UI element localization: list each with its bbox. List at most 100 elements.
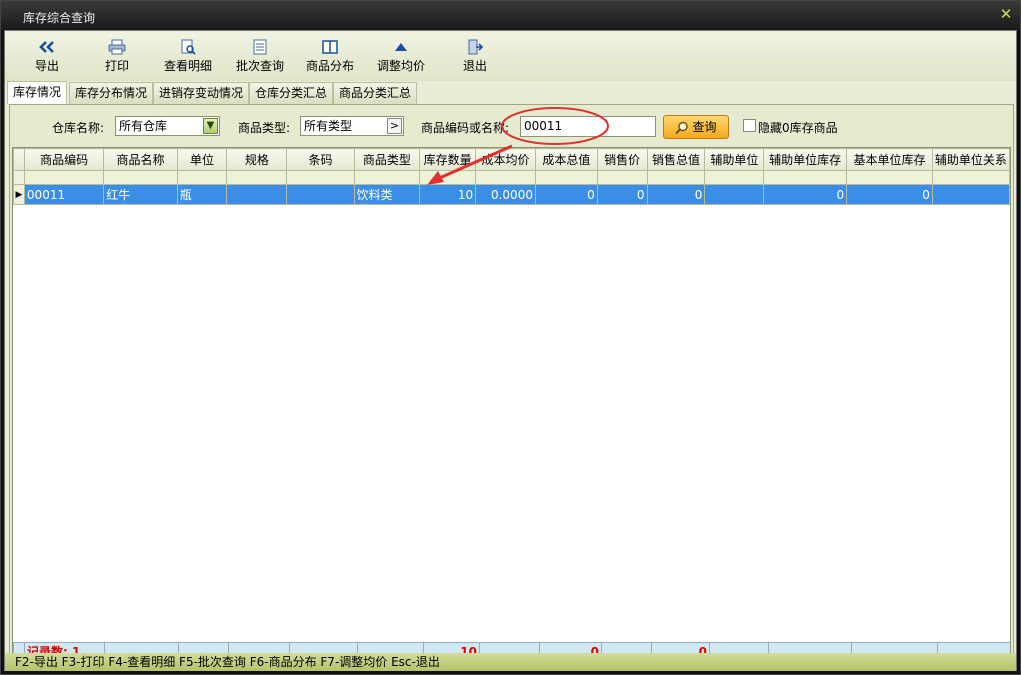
document-search-icon [181, 39, 196, 55]
triangle-up-icon [395, 43, 407, 51]
filter-cell[interactable] [286, 170, 355, 185]
status-bar: F2-导出 F3-打印 F4-查看明细 F5-批次查询 F6-商品分布 F7-调… [5, 653, 1016, 671]
cell-product-name[interactable]: 红牛 [103, 184, 178, 205]
tab-stock-distribution[interactable]: 库存分布情况 [69, 82, 154, 104]
column-header[interactable]: 单位 [176, 148, 228, 171]
tab-category-summary[interactable]: 商品分类汇总 [333, 82, 418, 104]
tab-strip: 库存情况 库存分布情况 进销存变动情况 仓库分类汇总 商品分类汇总 [7, 81, 1016, 104]
search-icon [675, 121, 689, 134]
tab-warehouse-summary[interactable]: 仓库分类汇总 [249, 82, 334, 104]
window-title: 库存综合查询 [23, 11, 96, 25]
batch-query-button[interactable]: 批次查询 [232, 35, 288, 77]
stock-grid: 商品编码 商品名称 单位 规格 条码 商品类型 库存数量 成本均价 成本总值 销… [12, 147, 1011, 664]
filter-cell[interactable] [646, 170, 706, 185]
code-or-name-input[interactable]: 00011 [520, 116, 656, 137]
cell-base-stock[interactable]: 0 [846, 184, 933, 205]
cell-product-type[interactable]: 饮料类 [353, 184, 421, 205]
distribution-label: 商品分布 [305, 59, 354, 73]
row-pointer-icon: ▶ [13, 184, 25, 205]
row-indicator-header [13, 148, 25, 171]
cell-aux-relation[interactable] [931, 184, 1010, 205]
column-header[interactable]: 商品名称 [103, 148, 178, 171]
view-detail-button[interactable]: 查看明细 [160, 35, 216, 77]
app-window: 库存综合查询 ✕ 导出 打印 查看明细 批次查询 商品分布 调整均价 退出 库存… [0, 0, 1021, 675]
column-header[interactable]: 条码 [286, 148, 355, 171]
query-label: 查询 [692, 120, 717, 134]
product-type-value: 所有类型 [304, 119, 353, 133]
product-type-label: 商品类型: [238, 121, 291, 135]
tab-inventory-changes[interactable]: 进销存变动情况 [153, 82, 250, 104]
filter-cell[interactable] [704, 170, 765, 185]
export-button[interactable]: 导出 [27, 35, 67, 77]
print-label: 打印 [104, 59, 129, 73]
cell-aux-stock[interactable]: 0 [763, 184, 848, 205]
column-header[interactable]: 商品编码 [23, 148, 105, 171]
print-button[interactable]: 打印 [97, 35, 137, 77]
cell-unit[interactable]: 瓶 [176, 184, 228, 205]
code-or-name-label: 商品编码或名称: [421, 121, 510, 135]
exit-button[interactable]: 退出 [455, 35, 495, 77]
column-header[interactable]: 成本总值 [534, 148, 598, 171]
chevron-right-icon[interactable]: > [387, 118, 402, 134]
column-header[interactable]: 库存数量 [419, 148, 477, 171]
header-row: 商品编码 商品名称 单位 规格 条码 商品类型 库存数量 成本均价 成本总值 销… [13, 148, 1010, 171]
filter-cell[interactable] [931, 170, 1010, 185]
book-icon [322, 40, 338, 54]
cell-barcode[interactable] [286, 184, 355, 205]
exit-label: 退出 [462, 59, 487, 73]
filter-cell[interactable] [475, 170, 536, 185]
list-document-icon [253, 39, 267, 55]
column-header[interactable]: 基本单位库存 [846, 148, 933, 171]
adjust-label: 调整均价 [376, 59, 425, 73]
filter-bar: 仓库名称: 所有仓库 ▼ 商品类型: 所有类型 > 商品编码或名称: 00011… [10, 105, 1013, 145]
column-header[interactable]: 辅助单位关系 [931, 148, 1010, 171]
warehouse-select[interactable]: 所有仓库 ▼ [115, 116, 220, 136]
filter-cell[interactable] [23, 170, 105, 185]
filter-cell[interactable] [176, 170, 228, 185]
exit-door-icon [468, 39, 484, 55]
query-button[interactable]: 查询 [663, 115, 729, 139]
filter-row [13, 170, 1010, 185]
hide-zero-stock-label: 隐藏0库存商品 [758, 121, 838, 135]
filter-cell[interactable] [534, 170, 598, 185]
column-header[interactable]: 辅助单位 [704, 148, 765, 171]
filter-cell[interactable] [596, 170, 648, 185]
cell-sale-total[interactable]: 0 [646, 184, 706, 205]
column-header[interactable]: 销售总值 [646, 148, 706, 171]
filter-cell[interactable] [846, 170, 933, 185]
filter-cell[interactable] [763, 170, 848, 185]
cell-stock-qty[interactable]: 10 [419, 184, 477, 205]
cell-cost-total[interactable]: 0 [534, 184, 598, 205]
hide-zero-stock-checkbox[interactable] [743, 119, 756, 132]
filter-cell[interactable] [353, 170, 421, 185]
cell-product-code[interactable]: 00011 [23, 184, 105, 205]
double-chevron-left-icon [39, 41, 54, 53]
chevron-down-icon[interactable]: ▼ [203, 118, 218, 134]
close-icon[interactable]: ✕ [998, 6, 1014, 22]
column-header[interactable]: 辅助单位库存 [763, 148, 848, 171]
warehouse-label: 仓库名称: [52, 121, 105, 135]
tab-stock-status[interactable]: 库存情况 [7, 81, 68, 104]
adjust-price-button[interactable]: 调整均价 [373, 35, 429, 77]
column-header[interactable]: 成本均价 [475, 148, 536, 171]
batch-label: 批次查询 [235, 59, 284, 73]
filter-cell[interactable] [103, 170, 178, 185]
column-header[interactable]: 商品类型 [353, 148, 421, 171]
cell-aux-unit[interactable] [704, 184, 765, 205]
cell-cost-avg[interactable]: 0.0000 [475, 184, 536, 205]
product-type-select[interactable]: 所有类型 > [300, 116, 404, 136]
column-header[interactable]: 销售价 [596, 148, 648, 171]
title-bar: 库存综合查询 ✕ [1, 1, 1020, 30]
row-indicator [13, 170, 25, 185]
stock-panel: 仓库名称: 所有仓库 ▼ 商品类型: 所有类型 > 商品编码或名称: 00011… [9, 104, 1014, 667]
client-area: 导出 打印 查看明细 批次查询 商品分布 调整均价 退出 库存情况 库存分布情况… [4, 30, 1017, 671]
filter-cell[interactable] [226, 170, 288, 185]
printer-icon [108, 39, 126, 55]
filter-cell[interactable] [419, 170, 477, 185]
distribution-button[interactable]: 商品分布 [302, 35, 358, 77]
column-header[interactable]: 规格 [226, 148, 288, 171]
cell-sale-price[interactable]: 0 [596, 184, 648, 205]
warehouse-value: 所有仓库 [119, 119, 168, 133]
table-row[interactable]: ▶ 00011 红牛 瓶 饮料类 10 0.0000 0 0 0 0 0 [13, 184, 1010, 205]
cell-spec[interactable] [226, 184, 288, 205]
